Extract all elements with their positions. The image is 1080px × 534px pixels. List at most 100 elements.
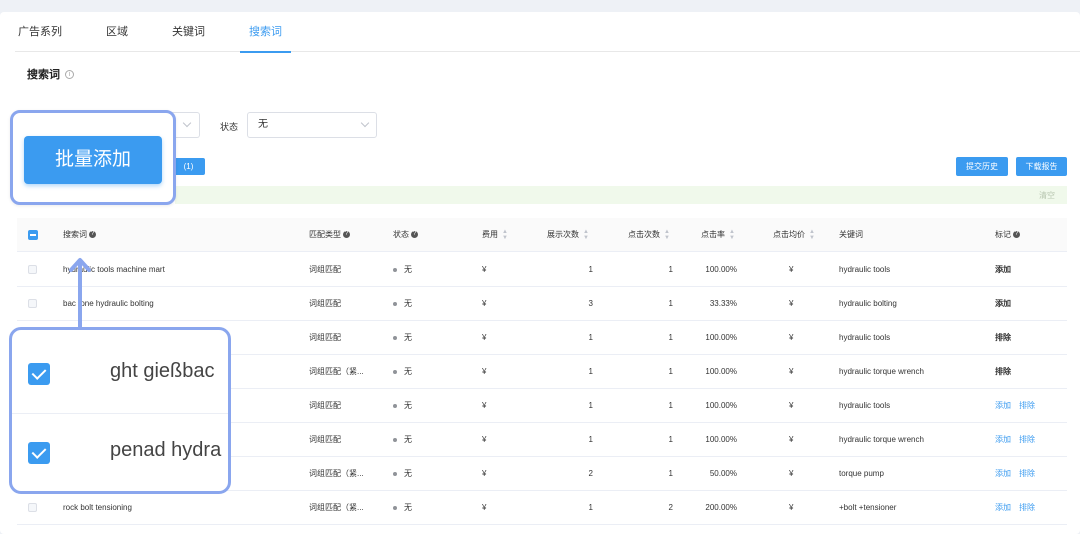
mark-action-1[interactable]: 添加: [995, 435, 1011, 444]
help-icon[interactable]: ?: [1013, 231, 1020, 239]
col-header-impressions[interactable]: 展示次数 ▲ ▼: [547, 218, 589, 252]
cell-clicks: 1: [668, 299, 673, 308]
col-header-term[interactable]: 搜索词?: [63, 218, 96, 252]
info-icon[interactable]: i: [65, 69, 74, 79]
cell-cpc: ¥: [789, 401, 794, 410]
arrow-up-icon: [69, 258, 91, 330]
cell-impressions: 2: [588, 469, 593, 478]
cell-mark: 添加 排除: [995, 389, 1043, 422]
mark-action-1[interactable]: 添加: [995, 503, 1011, 512]
col-header-mark-label: 标记: [995, 230, 1011, 239]
tab-regions[interactable]: 区域: [103, 12, 131, 52]
sort-icon[interactable]: ▲ ▼: [583, 229, 589, 241]
mark-action-2[interactable]: 排除: [1019, 401, 1035, 410]
cell-keyword: hydraulic tools: [839, 401, 891, 410]
mark-action-1[interactable]: 添加: [995, 299, 1011, 308]
col-header-mark[interactable]: 标记?: [995, 218, 1020, 252]
cell-clicks: 2: [668, 503, 673, 512]
cell-match-type: 词组匹配（紧...: [309, 367, 364, 376]
col-header-status[interactable]: 状态?: [393, 218, 418, 252]
cell-clicks: 1: [668, 469, 673, 478]
mark-action-1[interactable]: 添加: [995, 469, 1011, 478]
select-all-checkbox[interactable]: [28, 230, 38, 240]
cell-status: 无: [393, 457, 412, 490]
status-filter-label: 状态: [220, 122, 239, 132]
cell-mark: 添加: [995, 287, 1019, 320]
cell-ctr: 100.00%: [705, 333, 737, 342]
help-icon[interactable]: ?: [89, 231, 96, 239]
clear-selection-link[interactable]: 清空: [1039, 190, 1055, 201]
status-dot-icon: [393, 369, 397, 374]
mark-action-1[interactable]: 添加: [995, 401, 1011, 410]
cell-keyword: hydraulic torque wrench: [839, 367, 924, 376]
cell-cost: ¥: [482, 503, 487, 512]
chevron-down-icon: [182, 118, 192, 128]
help-icon[interactable]: ?: [343, 231, 350, 239]
status-dot-icon: [393, 301, 397, 306]
cell-status-text: 无: [404, 503, 412, 512]
col-header-cost-label: 费用: [482, 230, 498, 239]
cell-status: 无: [393, 287, 412, 320]
cell-match-type: 词组匹配（紧...: [309, 469, 364, 478]
download-report-button[interactable]: 下载报告: [1016, 157, 1067, 176]
cell-keyword: hydraulic torque wrench: [839, 435, 924, 444]
mark-action-1[interactable]: 添加: [995, 265, 1011, 274]
tab-search-terms[interactable]: 搜索词: [240, 12, 291, 53]
tab-keywords[interactable]: 关键词: [169, 12, 208, 52]
table-row[interactable]: hydraulic tools machine mart 词组匹配 无 ¥ 1 …: [17, 253, 1067, 287]
sort-icon[interactable]: ▲ ▼: [729, 229, 735, 241]
cell-clicks: 1: [668, 333, 673, 342]
submit-history-button[interactable]: 提交历史: [956, 157, 1008, 176]
mark-action-1[interactable]: 排除: [995, 333, 1011, 342]
table-row[interactable]: bac tone hydraulic bolting 词组匹配 无 ¥ 3 1 …: [17, 287, 1067, 321]
cell-impressions: 3: [588, 299, 593, 308]
mark-action-1[interactable]: 排除: [995, 367, 1011, 376]
mark-action-2[interactable]: 排除: [1019, 503, 1035, 512]
cell-status-text: 无: [404, 367, 412, 376]
cell-ctr: 33.33%: [709, 299, 737, 308]
batch-add-button[interactable]: 批量添加: [24, 136, 162, 184]
cell-status-text: 无: [404, 469, 412, 478]
zoom-row-text: ght gießbac: [110, 360, 215, 382]
mark-action-2[interactable]: 排除: [1019, 435, 1035, 444]
help-icon[interactable]: ?: [411, 231, 418, 239]
cell-status-text: 无: [404, 435, 412, 444]
cell-keyword: hydraulic tools: [839, 333, 891, 342]
status-dot-icon: [393, 505, 397, 510]
page-title-text: 搜索词: [27, 69, 60, 81]
batch-count-button[interactable]: (1): [172, 158, 205, 175]
cell-ctr: 50.00%: [709, 469, 737, 478]
col-header-cpc-label: 点击均价: [773, 230, 805, 239]
cell-status-text: 无: [404, 401, 412, 410]
sort-icon[interactable]: ▲ ▼: [664, 229, 670, 241]
cell-cost: ¥: [482, 333, 487, 342]
checked-checkbox[interactable]: [28, 363, 50, 385]
status-dot-icon: [393, 403, 397, 408]
mark-action-2[interactable]: 排除: [1019, 469, 1035, 478]
col-header-ctr[interactable]: 点击率 ▲ ▼: [701, 218, 735, 252]
cell-status: 无: [393, 321, 412, 354]
zoom-row[interactable]: penad hydra: [12, 415, 228, 491]
col-header-match[interactable]: 匹配类型?: [309, 218, 350, 252]
table-header: 搜索词? 匹配类型? 状态? 费用 ▲ ▼ 展示次数 ▲ ▼ 点击次数 ▲ ▼ 点击率 ▲ ▼ …: [17, 218, 1067, 252]
zoom-row[interactable]: ght gießbac: [12, 336, 228, 414]
sort-icon[interactable]: ▲ ▼: [502, 229, 508, 241]
cell-match-type: 词组匹配: [309, 299, 341, 308]
checked-checkbox[interactable]: [28, 442, 50, 464]
status-filter-select[interactable]: 无: [247, 112, 377, 138]
col-header-cost[interactable]: 费用 ▲ ▼: [482, 218, 508, 252]
row-checkbox[interactable]: [28, 503, 37, 512]
row-checkbox[interactable]: [28, 299, 37, 308]
cell-clicks: 1: [668, 435, 673, 444]
table-row[interactable]: rock bolt tensioning 词组匹配（紧... 无 ¥ 1 2 2…: [17, 491, 1067, 525]
cell-status: 无: [393, 491, 412, 524]
cell-impressions: 1: [588, 503, 593, 512]
tab-campaigns[interactable]: 广告系列: [15, 12, 65, 52]
col-header-term-label: 搜索词: [63, 230, 87, 239]
cell-cpc: ¥: [789, 333, 794, 342]
checkbox-zoom-callout: ght gießbac penad hydra: [9, 327, 231, 494]
sort-icon[interactable]: ▲ ▼: [809, 229, 815, 241]
col-header-clicks[interactable]: 点击次数 ▲ ▼: [628, 218, 670, 252]
row-checkbox[interactable]: [28, 265, 37, 274]
col-header-cpc[interactable]: 点击均价 ▲ ▼: [773, 218, 815, 252]
